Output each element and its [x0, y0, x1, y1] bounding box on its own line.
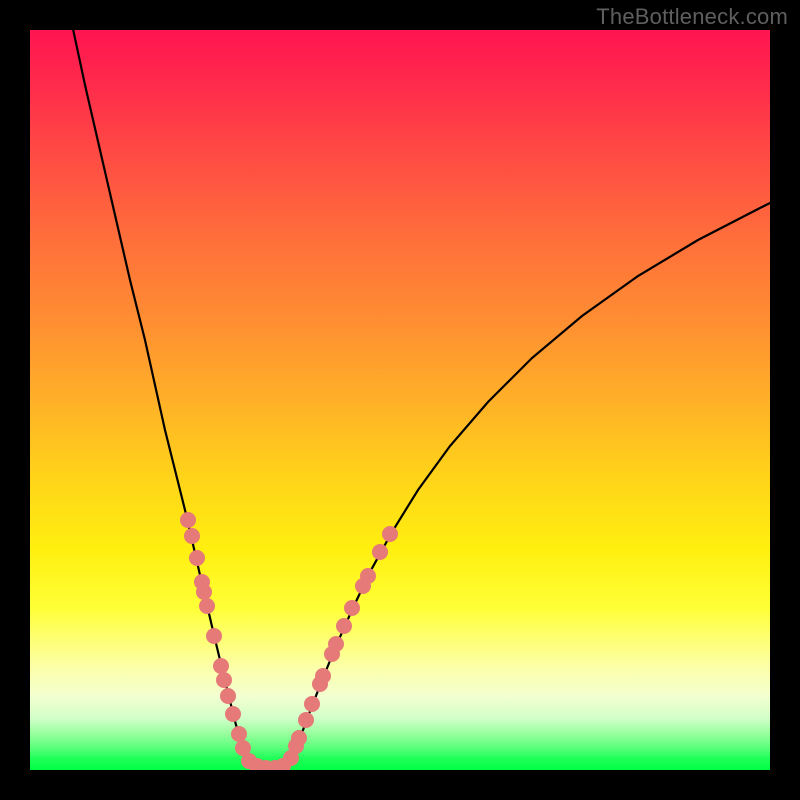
data-dot	[382, 526, 398, 542]
data-dot	[328, 636, 344, 652]
plot-area	[30, 30, 770, 770]
data-dot	[196, 584, 212, 600]
data-dot	[213, 658, 229, 674]
data-dot	[189, 550, 205, 566]
data-dot	[225, 706, 241, 722]
data-dot	[336, 618, 352, 634]
data-dot	[180, 512, 196, 528]
data-dot	[315, 668, 331, 684]
data-dot	[360, 568, 376, 584]
data-dot	[199, 598, 215, 614]
data-dot	[184, 528, 200, 544]
data-dot	[216, 672, 232, 688]
data-dot	[372, 544, 388, 560]
data-dot	[298, 712, 314, 728]
v-curve	[70, 30, 770, 768]
curve-svg	[30, 30, 770, 770]
chart-frame: TheBottleneck.com	[0, 0, 800, 800]
data-dot	[206, 628, 222, 644]
data-dot	[304, 696, 320, 712]
data-dot	[344, 600, 360, 616]
data-dot	[231, 726, 247, 742]
watermark-text: TheBottleneck.com	[596, 4, 788, 30]
data-dots	[180, 512, 398, 770]
data-dot	[291, 730, 307, 746]
data-dot	[220, 688, 236, 704]
